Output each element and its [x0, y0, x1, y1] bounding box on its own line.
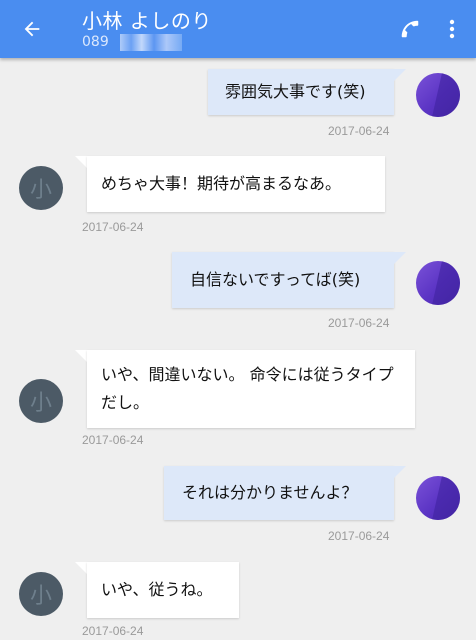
message-text: 雰囲気大事です(笑) — [225, 82, 366, 101]
back-button[interactable] — [14, 11, 50, 47]
message-bubble-outgoing[interactable]: 自信ないですってば(笑) — [172, 252, 394, 308]
bubble-tail — [75, 350, 87, 362]
message-bubble-incoming[interactable]: いや、従うね。 — [87, 562, 239, 618]
message-timestamp: 2017-06-24 — [82, 433, 144, 447]
contact-avatar[interactable]: 小 — [19, 379, 63, 423]
message-text: めちゃ大事！期待が高まるなあ。 — [101, 174, 342, 193]
message-bubble-outgoing[interactable]: 雰囲気大事です(笑) — [208, 69, 394, 115]
person-icon: 小 — [29, 178, 52, 203]
bubble-tail — [394, 466, 406, 478]
overflow-menu-button[interactable] — [438, 11, 466, 47]
message-bubble-outgoing[interactable]: それは分かりませんよ？ — [164, 466, 394, 520]
message-timestamp: 2017-06-24 — [82, 624, 144, 638]
contact-avatar[interactable]: 小 — [19, 166, 63, 210]
message-timestamp: 2017-06-24 — [328, 529, 390, 543]
message-bubble-incoming[interactable]: いや、間違いない。 命令には従うタイプだし。 — [87, 350, 415, 428]
bubble-tail — [394, 69, 406, 81]
phone-redaction — [120, 34, 182, 51]
message-timestamp: 2017-06-24 — [328, 124, 390, 138]
my-avatar[interactable] — [416, 73, 460, 117]
message-text: いや、間違いない。 命令には従うタイプだし。 — [101, 365, 394, 412]
contact-avatar[interactable]: 小 — [19, 572, 63, 616]
more-vert-icon — [449, 19, 455, 39]
message-bubble-incoming[interactable]: めちゃ大事！期待が高まるなあ。 — [87, 156, 385, 212]
my-avatar[interactable] — [416, 261, 460, 305]
phone-number: 089 — [82, 34, 109, 50]
app-bar: 小林 よしのり 089 — [0, 0, 476, 58]
phone-icon — [401, 20, 419, 38]
person-icon: 小 — [29, 584, 52, 609]
bubble-tail — [75, 562, 87, 574]
bubble-tail — [394, 252, 406, 264]
message-text: それは分かりませんよ？ — [182, 483, 358, 502]
call-button[interactable] — [392, 11, 428, 47]
my-avatar[interactable] — [416, 476, 460, 520]
bubble-tail — [75, 156, 87, 168]
person-icon: 小 — [29, 391, 52, 416]
contact-name: 小林 よしのり — [82, 9, 212, 33]
message-timestamp: 2017-06-24 — [82, 220, 144, 234]
message-text: 自信ないですってば(笑) — [190, 270, 361, 289]
message-text: いや、従うね。 — [101, 580, 213, 599]
arrow-left-icon — [24, 21, 40, 37]
message-timestamp: 2017-06-24 — [328, 316, 390, 330]
